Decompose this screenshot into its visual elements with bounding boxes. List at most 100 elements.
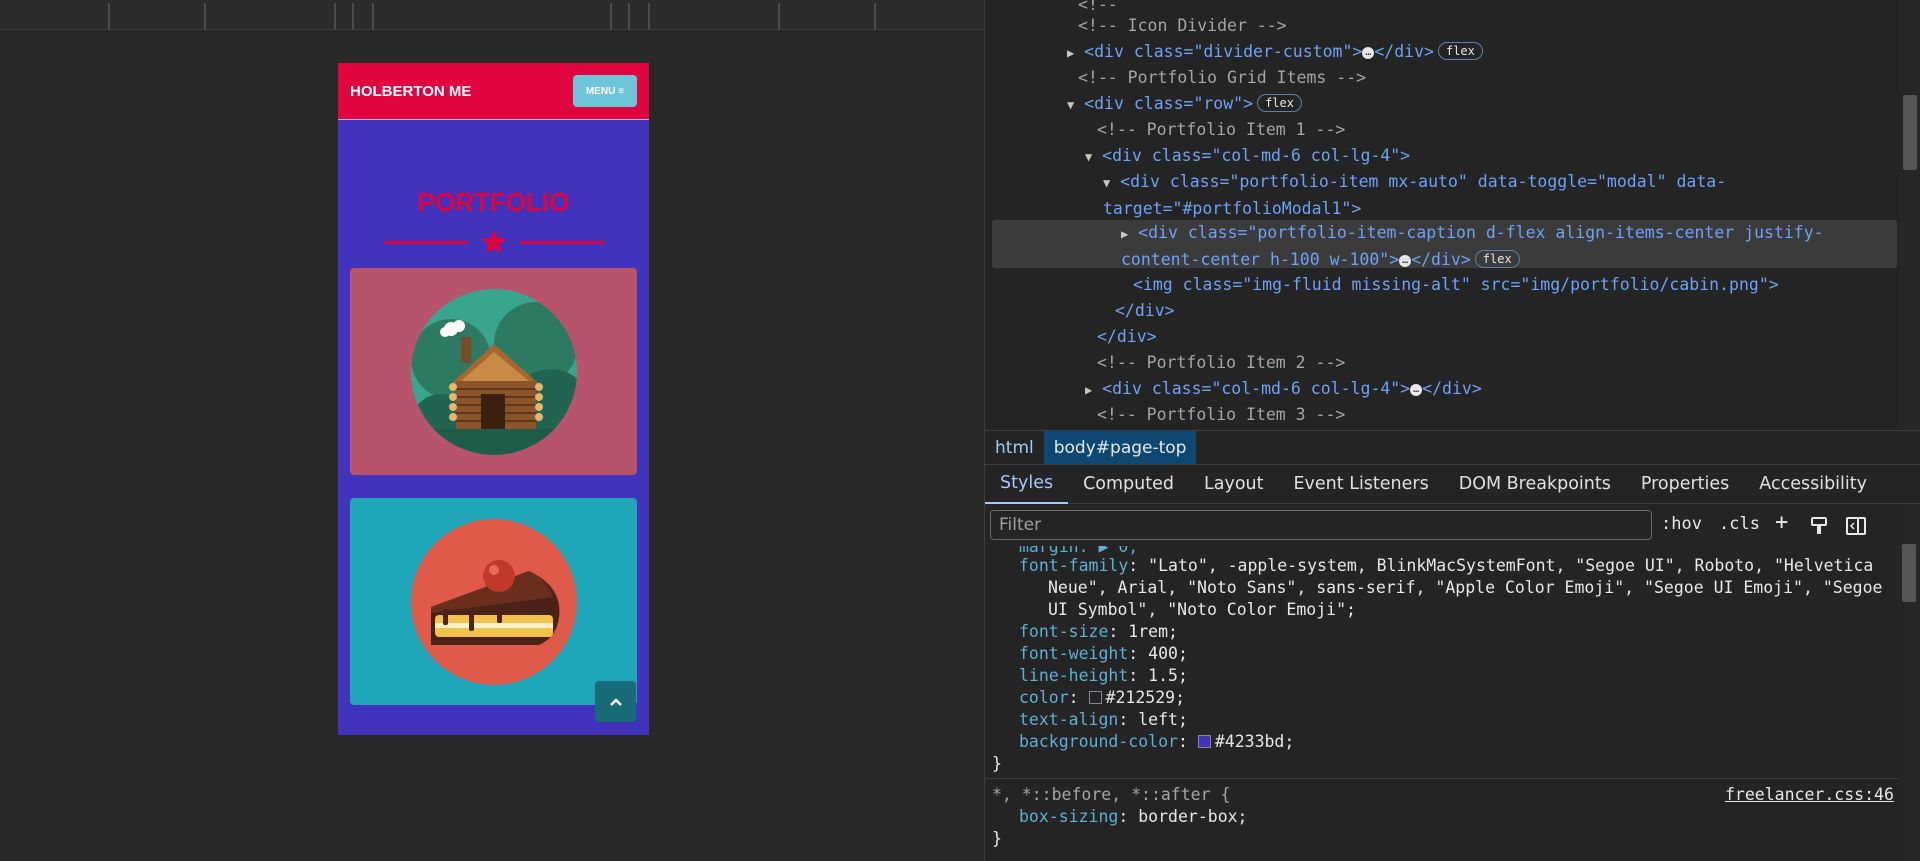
rule-close: } [992,829,1002,848]
ellipsis-badge[interactable]: … [1399,255,1412,267]
dom-comment: <!-- Portfolio Item 2 --> [1097,353,1346,372]
portfolio-item-cabin[interactable] [350,268,637,475]
elements-scrollbar[interactable] [1899,0,1920,430]
dom-comment: <!-- Portfolio Item 1 --> [1097,120,1346,139]
breadcrumb-body[interactable]: body#page-top [1043,430,1197,465]
expand-triangle-icon[interactable]: ▶ [1085,383,1092,397]
ellipsis-badge[interactable]: … [1362,47,1375,59]
rule-separator [985,778,1899,779]
dom-tag: <img class="img-fluid missing-alt" src="… [1133,275,1779,294]
navbar: HOLBERTON ME MENU ≡ [338,63,649,120]
style-decl-cont: UI Symbol", "Noto Color Emoji"; [1048,600,1356,619]
style-decl-font-size[interactable]: font-size: 1rem; [1019,621,1178,643]
dom-line[interactable]: ▼ <div class="col-md-6 col-lg-4"> [1085,143,1410,169]
style-decl-cont: Neue", Arial, "Noto Sans", sans-serif, "… [1048,578,1883,597]
rule-close: } [992,754,1002,773]
cls-toggle[interactable]: .cls [1719,514,1760,534]
sidebar-toggle-icon[interactable] [1846,516,1866,536]
sidebar-tabs: Styles Computed Layout Event Listeners D… [985,464,1920,504]
dom-tag: <div class="portfolio-item mx-auto" data… [1103,172,1727,218]
dom-line[interactable]: <!-- Portfolio Item 3 --> [1097,402,1345,428]
dom-tag: <div class="col-md-6 col-lg-4"> [1102,379,1411,398]
dom-tag: </div> [1115,301,1175,320]
dom-line[interactable]: ▼ <div class="row"> flex [1067,91,1302,117]
dom-line[interactable]: <!-- Icon Divider --> [1078,13,1287,39]
dom-line[interactable]: ▶ <div class="col-md-6 col-lg-4">… </div> [1085,376,1482,402]
style-decl-color[interactable]: color: #212529; [1019,687,1185,709]
style-decl-font-family[interactable]: font-family: "Lato", -apple-system, Blin… [1019,555,1873,577]
portfolio-title: PORTFOLIO [417,187,570,217]
brand-logo[interactable]: HOLBERTON ME [350,83,471,100]
filter-input[interactable]: Filter [990,510,1652,540]
cake-image [410,518,577,685]
devtools-panel: <!-- <!-- Icon Divider --> ▶ <div class=… [984,0,1920,861]
dom-line[interactable]: <!-- Portfolio Item 1 --> [1097,117,1345,143]
scrollbar-thumb[interactable] [1902,544,1916,602]
breadcrumb-html[interactable]: html [985,431,1044,465]
dom-comment: <!-- Portfolio Item 3 --> [1097,405,1346,424]
breadcrumb: html body#page-top [985,430,1920,465]
dom-line[interactable]: </div> [1115,298,1175,324]
collapse-triangle-icon[interactable]: ▼ [1067,98,1074,112]
flex-badge[interactable]: flex [1474,250,1520,268]
portfolio-item-cake[interactable] [350,498,637,705]
tab-layout[interactable]: Layout [1189,464,1279,504]
bg-color-swatch[interactable] [1197,735,1211,748]
style-decl-box-sizing[interactable]: box-sizing: border-box; [1019,806,1248,828]
dom-tag: <div class="col-md-6 col-lg-4"> [1102,146,1411,165]
menu-button[interactable]: MENU ≡ [573,75,637,107]
divider-line-left [383,240,468,244]
collapse-triangle-icon[interactable]: ▼ [1085,150,1092,164]
dom-line-selected[interactable]: ▶ <div class="portfolio-item-caption d-f… [1121,220,1896,269]
scroll-to-top-button[interactable] [595,681,636,722]
flex-badge[interactable]: flex [1257,94,1302,112]
styles-pane[interactable]: margin: ▶ 0; font-family: "Lato", -apple… [985,546,1920,861]
menu-label: MENU [585,85,616,97]
dom-line[interactable]: <img class="img-fluid missing-alt" src="… [1133,272,1779,298]
style-decl-background-color[interactable]: background-color: #4233bd; [1019,731,1294,753]
color-swatch[interactable] [1088,691,1102,704]
tab-accessibility[interactable]: Accessibility [1744,464,1882,504]
expand-triangle-icon[interactable]: ▶ [1067,46,1074,60]
dom-comment: <!-- Icon Divider --> [1078,16,1287,35]
elements-tree[interactable]: <!-- <!-- Icon Divider --> ▶ <div class=… [985,0,1920,430]
rule-selector[interactable]: *, *::before, *::after { [992,784,1230,806]
divider-line-right [519,240,604,244]
chevron-up-icon [609,697,622,706]
expand-triangle-icon[interactable]: ▶ [1121,227,1128,241]
dom-line[interactable]: ▶ <div class="divider-custom">… </div> fle… [1067,39,1483,65]
dom-tag: <div class="row"> [1084,94,1254,113]
mobile-page-preview: HOLBERTON ME MENU ≡ PORTFOLIO [338,63,649,735]
rule-source-link[interactable]: freelancer.css:46 [1725,784,1894,806]
tab-dom-breakpoints[interactable]: DOM Breakpoints [1444,464,1626,504]
tab-properties[interactable]: Properties [1626,464,1744,504]
dom-line[interactable]: </div> [1097,324,1157,350]
flex-badge[interactable]: flex [1437,42,1483,60]
style-decl-line-height[interactable]: line-height: 1.5; [1019,665,1188,687]
styles-toolbar: Filter :hov .cls + [985,504,1920,546]
collapse-triangle-icon[interactable]: ▼ [1103,176,1110,190]
scrollbar-thumb[interactable] [1903,95,1917,170]
device-ruler [0,0,984,30]
tab-styles[interactable]: Styles [985,464,1069,504]
tab-event-listeners[interactable]: Event Listeners [1279,464,1444,504]
hov-toggle[interactable]: :hov [1661,514,1702,534]
dom-line[interactable]: <!-- Portfolio Item 2 --> [1097,350,1345,376]
dom-line[interactable]: ▼ <div class="portfolio-item mx-auto" da… [1103,169,1883,218]
tab-computed[interactable]: Computed [1068,464,1189,504]
hamburger-icon: ≡ [618,85,625,97]
style-decl-font-weight[interactable]: font-weight: 400; [1019,643,1188,665]
page-viewport: HOLBERTON ME MENU ≡ PORTFOLIO [0,0,984,861]
dom-line[interactable]: <!-- Portfolio Grid Items --> [1078,65,1366,91]
ellipsis-badge[interactable]: … [1410,384,1423,396]
dom-tag: <div class="divider-custom"> [1084,42,1363,61]
star-icon [481,229,506,254]
paint-brush-icon[interactable] [1809,516,1829,536]
styles-scrollbar[interactable] [1898,504,1920,861]
dom-tag: </div> [1097,327,1157,346]
new-rule-button[interactable]: + [1775,510,1788,535]
style-decl-text-align[interactable]: text-align: left; [1019,709,1188,731]
cabin-image [410,288,577,455]
icon-divider [338,228,649,256]
dom-comment: <!-- Portfolio Grid Items --> [1078,68,1367,87]
